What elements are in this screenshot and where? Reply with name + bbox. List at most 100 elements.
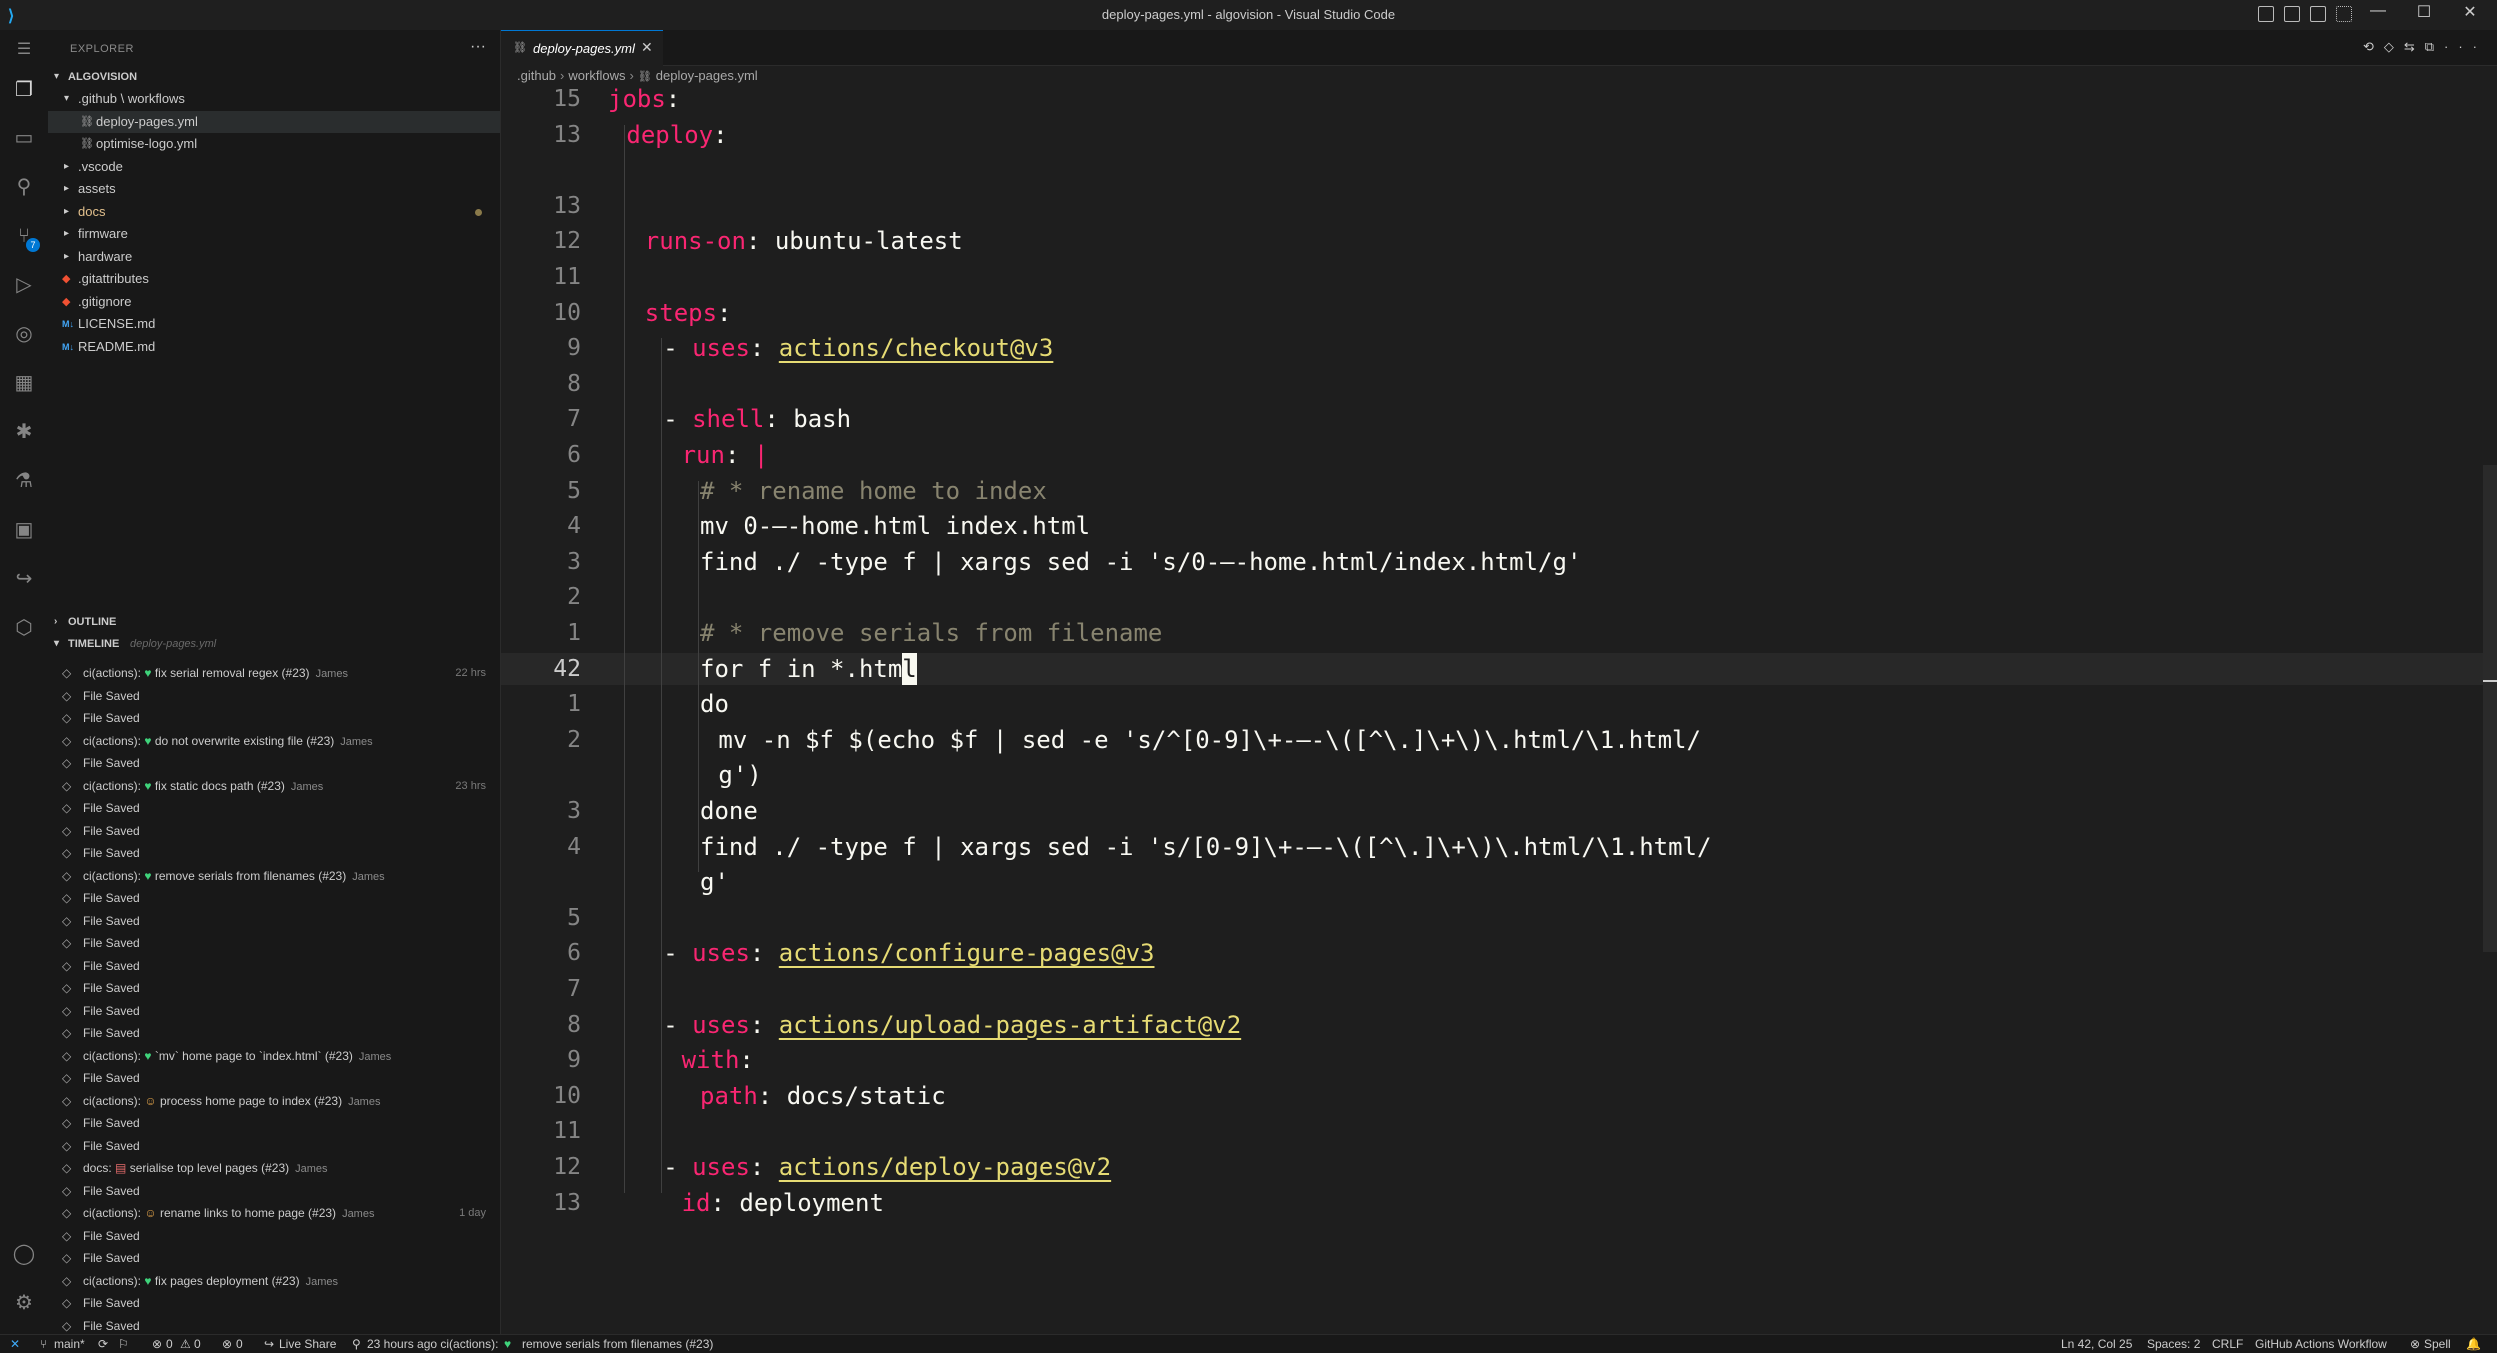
code-line[interactable]: 10 path: docs/static (501, 1080, 2497, 1112)
indentation[interactable]: Spaces: 2 (2147, 1335, 2200, 1353)
tree-item[interactable]: M↓ LICENSE.md (48, 313, 500, 335)
tree-item[interactable]: ◆ .gitattributes (48, 268, 500, 290)
docker-icon[interactable]: ⬡ (12, 616, 36, 640)
account-icon[interactable]: ◯ (12, 1242, 36, 1266)
timeline-entry[interactable]: ◇ ci(actions): ♥ fix pages deployment (#2… (48, 1270, 500, 1293)
live-share-icon[interactable]: ↪ (12, 567, 36, 591)
timeline-entry[interactable]: ◇ File Saved (48, 955, 500, 978)
timeline-entry[interactable]: ◇ ci(actions): ♥ `mv` home page to `index… (48, 1045, 500, 1068)
breadcrumb-item[interactable]: .github (517, 68, 556, 83)
timeline-entry[interactable]: ◇ docs: ▤ serialise top level pages (#23)… (48, 1157, 500, 1180)
timeline-entry[interactable]: ◇ File Saved (48, 1000, 500, 1023)
breadcrumb-item[interactable]: deploy-pages.yml (656, 68, 758, 83)
code-line[interactable]: 1 do (501, 688, 2497, 720)
code-line[interactable]: 1 # * remove serials from filename (501, 617, 2497, 649)
tree-item[interactable]: ▾ .github \ workflows (48, 88, 500, 110)
bug-icon[interactable]: ✱ (12, 420, 36, 444)
last-commit-message[interactable]: remove serials from filenames (#23) (522, 1335, 713, 1353)
code-line[interactable]: 6 run: | (501, 439, 2497, 471)
minimize-button[interactable]: — (2355, 2, 2401, 20)
close-window-button[interactable]: ✕ (2447, 2, 2493, 22)
timeline-entry[interactable]: ◇ File Saved (48, 1022, 500, 1045)
toggle-primary-sidebar-icon[interactable] (2258, 6, 2274, 22)
cursor-position[interactable]: Ln 42, Col 25 (2061, 1335, 2132, 1353)
code-line[interactable]: 12 - uses: actions/deploy-pages@v2 (501, 1151, 2497, 1183)
code-line[interactable]: 3 done (501, 795, 2497, 827)
notifications-icon[interactable]: 🔔 (2466, 1335, 2481, 1353)
toggle-panel-icon[interactable] (2284, 6, 2300, 22)
tree-item[interactable]: ▸ assets (48, 178, 500, 200)
live-share-status[interactable]: Live Share (279, 1335, 336, 1353)
close-tab-icon[interactable]: ✕ (641, 39, 653, 56)
timeline-entry[interactable]: ◇ File Saved (48, 1247, 500, 1270)
timeline-entry[interactable]: ◇ File Saved (48, 1112, 500, 1135)
code-line[interactable] (501, 154, 2497, 186)
code-line[interactable]: 4 mv 0-—-home.html index.html (501, 510, 2497, 542)
ports-count[interactable]: 0 (236, 1335, 243, 1353)
timeline-entry[interactable]: ◇ File Saved (48, 910, 500, 933)
sync-icon[interactable]: ⟳ (98, 1335, 108, 1353)
error-count[interactable]: 0 (166, 1335, 173, 1353)
code-line[interactable]: 7 (501, 973, 2497, 1005)
timeline-section[interactable]: ▾ TIMELINE deploy-pages.yml (48, 633, 500, 655)
timeline-entry[interactable]: ◇ File Saved (48, 842, 500, 865)
code-line[interactable]: 5 (501, 902, 2497, 934)
tree-item[interactable]: ◆ .gitignore (48, 291, 500, 313)
end-of-line[interactable]: CRLF (2212, 1335, 2243, 1353)
extensions-icon[interactable]: ▦ (12, 371, 36, 395)
timeline-entry[interactable]: ◇ File Saved (48, 1292, 500, 1315)
code-line[interactable]: 10 steps: (501, 297, 2497, 329)
timeline-entry[interactable]: ◇ ci(actions): ☺ rename links to home pag… (48, 1202, 500, 1225)
tree-item[interactable]: ⛓ deploy-pages.yml (48, 110, 500, 133)
menu-icon[interactable]: ☰ (12, 38, 36, 62)
timeline-entry[interactable]: ◇ ci(actions): ♥ do not overwrite existin… (48, 730, 500, 753)
timeline-entry[interactable]: ◇ File Saved (48, 1135, 500, 1158)
tab-deploy-pages[interactable]: ⛓ deploy-pages.yml ✕ (501, 30, 663, 66)
code-line[interactable]: 6 - uses: actions/configure-pages@v3 (501, 937, 2497, 969)
tree-item[interactable]: M↓ README.md (48, 336, 500, 358)
code-line[interactable]: 11 (501, 1115, 2497, 1147)
workspace-root[interactable]: ▾ ALGOVISION (48, 66, 500, 88)
timeline-entry[interactable]: ◇ File Saved (48, 1180, 500, 1203)
timeline-entry[interactable]: ◇ File Saved (48, 932, 500, 955)
code-line[interactable]: 9 with: (501, 1044, 2497, 1076)
language-mode[interactable]: GitHub Actions Workflow (2255, 1335, 2387, 1353)
code-line[interactable]: 13 deploy: (501, 119, 2497, 151)
code-line[interactable]: g' (501, 866, 2497, 898)
code-line[interactable]: 13 id: deployment (501, 1187, 2497, 1219)
tree-item[interactable]: ▸ hardware (48, 246, 500, 268)
timeline-entry[interactable]: ◇ ci(actions): ♥ remove serials from file… (48, 865, 500, 888)
code-line[interactable]: 11 (501, 261, 2497, 293)
vertical-scrollbar[interactable] (2483, 465, 2497, 952)
timeline-entry[interactable]: ◇ ci(actions): ♥ fix static docs path (#2… (48, 775, 500, 798)
timeline-entry[interactable]: ◇ File Saved (48, 820, 500, 843)
editor-actions[interactable]: ⟲◇⇆⧉··· (2363, 39, 2487, 55)
code-line[interactable]: 7 - shell: bash (501, 403, 2497, 435)
remote-explorer-icon[interactable]: ▣ (12, 518, 36, 542)
code-line[interactable]: 4 find ./ -type f | xargs sed -i 's/[0-9]… (501, 831, 2497, 863)
code-line[interactable]: 13 (501, 190, 2497, 222)
timeline-entry[interactable]: ◇ ci(actions): ☺ process home page to ind… (48, 1090, 500, 1113)
timeline-entry[interactable]: ◇ File Saved (48, 1225, 500, 1248)
code-line[interactable]: 42 for f in *.html (501, 652, 2497, 685)
code-line[interactable]: 3 find ./ -type f | xargs sed -i 's/0-—-h… (501, 546, 2497, 578)
more-actions-icon[interactable]: ··· (470, 38, 486, 56)
publish-icon[interactable]: ⚐ (118, 1335, 129, 1353)
github-icon[interactable]: ◎ (12, 322, 36, 346)
timeline-entry[interactable]: ◇ File Saved (48, 685, 500, 708)
spell-status[interactable]: Spell (2424, 1335, 2451, 1353)
remote-icon[interactable]: ✕ (10, 1335, 20, 1353)
source-control-icon[interactable]: ⑂ 7 (12, 224, 40, 252)
settings-gear-icon[interactable]: ⚙ (12, 1291, 36, 1315)
maximize-button[interactable]: ☐ (2401, 2, 2447, 22)
timeline-entry[interactable]: ◇ File Saved (48, 797, 500, 820)
code-line[interactable]: 8 - uses: actions/upload-pages-artifact@v… (501, 1009, 2497, 1041)
code-line[interactable]: 9 - uses: actions/checkout@v3 (501, 332, 2497, 364)
timeline-entry[interactable]: ◇ File Saved (48, 1067, 500, 1090)
tree-item[interactable]: ▸ .vscode (48, 156, 500, 178)
run-debug-icon[interactable]: ▷ (12, 273, 36, 297)
explorer-icon[interactable]: ❐ (12, 78, 36, 102)
timeline-entry[interactable]: ◇ File Saved (48, 887, 500, 910)
branch-name[interactable]: main* (54, 1335, 85, 1353)
folders-icon[interactable]: ▭ (12, 126, 36, 150)
